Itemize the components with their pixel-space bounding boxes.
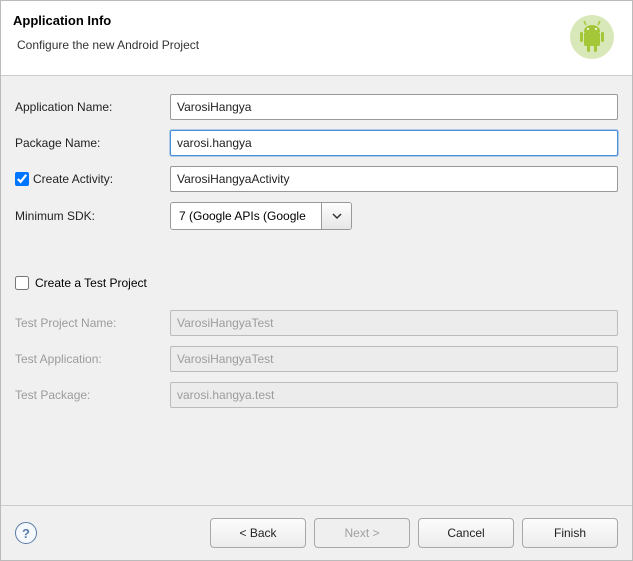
back-button[interactable]: < Back bbox=[210, 518, 306, 548]
finish-button[interactable]: Finish bbox=[522, 518, 618, 548]
application-name-label: Application Name: bbox=[15, 100, 170, 114]
minimum-sdk-cell: 7 (Google APIs (Google bbox=[170, 202, 618, 230]
help-glyph: ? bbox=[22, 526, 30, 541]
minimum-sdk-select[interactable]: 7 (Google APIs (Google bbox=[170, 202, 352, 230]
create-test-project-row: Create a Test Project bbox=[15, 274, 618, 300]
android-icon bbox=[568, 13, 616, 61]
dialog-subtitle: Configure the new Android Project bbox=[13, 38, 199, 52]
minimum-sdk-label: Minimum SDK: bbox=[15, 209, 170, 223]
test-application-label: Test Application: bbox=[15, 352, 170, 366]
create-activity-label: Create Activity: bbox=[33, 172, 113, 186]
test-package-input bbox=[170, 382, 618, 408]
create-test-project-label: Create a Test Project bbox=[35, 276, 147, 290]
test-project-name-input bbox=[170, 310, 618, 336]
create-activity-checkbox[interactable] bbox=[15, 172, 29, 186]
section-spacer bbox=[15, 240, 618, 264]
create-activity-label-row: Create Activity: bbox=[15, 172, 170, 186]
test-project-name-label: Test Project Name: bbox=[15, 316, 170, 330]
create-test-project-checkbox[interactable] bbox=[15, 276, 29, 290]
test-package-label: Test Package: bbox=[15, 388, 170, 402]
minimum-sdk-dropdown-button[interactable] bbox=[321, 203, 351, 229]
header-text-block: Application Info Configure the new Andro… bbox=[13, 13, 199, 52]
dialog-footer: ? < Back Next > Cancel Finish bbox=[1, 505, 632, 560]
form-area: Application Name: Package Name: Create A… bbox=[1, 76, 632, 505]
next-button: Next > bbox=[314, 518, 410, 548]
create-activity-input[interactable] bbox=[170, 166, 618, 192]
help-icon[interactable]: ? bbox=[15, 522, 37, 544]
application-name-input[interactable] bbox=[170, 94, 618, 120]
dialog-header: Application Info Configure the new Andro… bbox=[1, 1, 632, 76]
package-name-input[interactable] bbox=[170, 130, 618, 156]
wizard-dialog: Application Info Configure the new Andro… bbox=[0, 0, 633, 561]
form-grid: Application Name: Package Name: Create A… bbox=[15, 94, 618, 408]
minimum-sdk-value: 7 (Google APIs (Google bbox=[171, 205, 321, 227]
package-name-label: Package Name: bbox=[15, 136, 170, 150]
test-application-input bbox=[170, 346, 618, 372]
dialog-title: Application Info bbox=[13, 13, 199, 28]
cancel-button[interactable]: Cancel bbox=[418, 518, 514, 548]
chevron-down-icon bbox=[331, 210, 343, 222]
